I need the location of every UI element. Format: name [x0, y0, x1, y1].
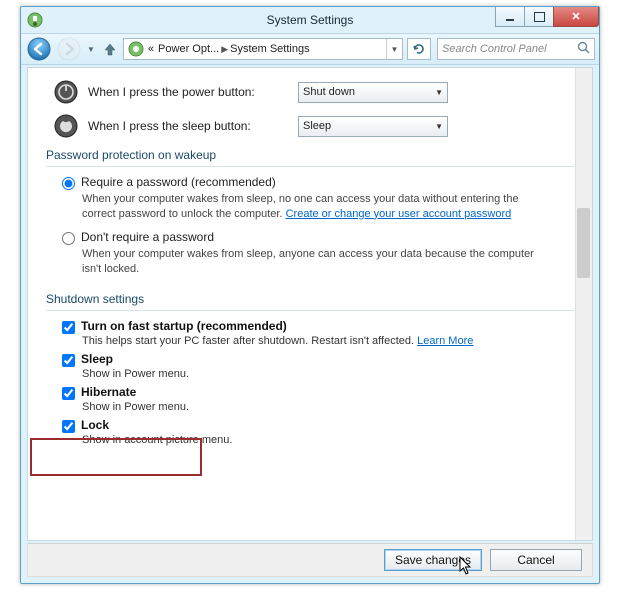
minimize-button[interactable] — [495, 7, 525, 27]
search-icon — [577, 41, 590, 57]
chevron-down-icon: ▼ — [435, 88, 443, 97]
require-password-radio[interactable]: Require a password (recommended) — [62, 175, 574, 190]
scrollbar-thumb[interactable] — [577, 208, 590, 278]
maximize-button[interactable] — [524, 7, 554, 27]
breadcrumb-level1[interactable]: Power Opt... — [158, 43, 219, 55]
power-button-icon — [54, 80, 78, 104]
power-button-label: When I press the power button: — [88, 85, 298, 99]
close-button[interactable] — [553, 7, 599, 27]
shutdown-section-title: Shutdown settings — [46, 292, 574, 306]
dont-require-password-label: Don't require a password — [81, 230, 214, 244]
lock-checkbox-desc: Show in account picture menu. — [82, 434, 574, 446]
sleep-button-row: When I press the sleep button: Sleep ▼ — [54, 114, 574, 138]
chevron-down-icon: ▼ — [435, 122, 443, 131]
fast-startup-input[interactable] — [62, 321, 75, 334]
hibernate-checkbox-desc: Show in Power menu. — [82, 401, 574, 413]
power-options-icon — [127, 40, 145, 58]
back-button[interactable] — [25, 36, 53, 62]
navigation-bar: ▼ « Power Opt... ▶ System Settings ▼ Sea… — [21, 33, 599, 65]
divider — [46, 166, 574, 167]
cancel-button[interactable]: Cancel — [490, 549, 582, 571]
require-password-label: Require a password (recommended) — [81, 175, 276, 189]
sleep-button-value: Sleep — [303, 120, 331, 132]
lock-checkbox[interactable]: Lock — [62, 418, 574, 433]
breadcrumb-level2[interactable]: System Settings — [230, 43, 309, 55]
fast-startup-desc: This helps start your PC faster after sh… — [82, 335, 574, 347]
dont-require-password-radio[interactable]: Don't require a password — [62, 230, 574, 245]
address-breadcrumb[interactable]: « Power Opt... ▶ System Settings ▼ — [123, 38, 403, 60]
refresh-button[interactable] — [407, 38, 431, 60]
vertical-scrollbar[interactable] — [575, 68, 592, 540]
divider — [46, 310, 574, 311]
titlebar: System Settings — [21, 7, 599, 33]
hibernate-checkbox[interactable]: Hibernate — [62, 385, 574, 400]
dont-require-password-desc: When your computer wakes from sleep, any… — [82, 247, 552, 277]
chevron-right-icon: ▶ — [221, 44, 228, 55]
system-settings-window: System Settings ▼ « Power Opt... ▶ Syste… — [20, 6, 600, 584]
search-placeholder: Search Control Panel — [442, 43, 547, 55]
lock-checkbox-label: Lock — [81, 418, 109, 432]
sleep-checkbox[interactable]: Sleep — [62, 352, 574, 367]
fast-startup-label: Turn on fast startup (recommended) — [81, 319, 287, 333]
sleep-checkbox-desc: Show in Power menu. — [82, 368, 574, 380]
sleep-checkbox-label: Sleep — [81, 352, 113, 366]
create-password-link[interactable]: Create or change your user account passw… — [286, 208, 512, 220]
search-input[interactable]: Search Control Panel — [437, 38, 595, 60]
hibernate-checkbox-label: Hibernate — [81, 385, 136, 399]
recent-chevron-icon[interactable]: ▼ — [87, 45, 95, 54]
window-controls — [496, 7, 599, 27]
hibernate-checkbox-input[interactable] — [62, 387, 75, 400]
window-title: System Settings — [267, 13, 354, 27]
learn-more-link[interactable]: Learn More — [417, 335, 473, 347]
control-panel-icon — [27, 12, 43, 28]
footer-bar: Save changes Cancel — [27, 543, 593, 577]
content-area: When I press the power button: Shut down… — [27, 67, 593, 541]
power-button-dropdown[interactable]: Shut down ▼ — [298, 82, 448, 103]
require-password-input[interactable] — [62, 177, 75, 190]
breadcrumb-root-marker: « — [148, 43, 154, 55]
sleep-button-label: When I press the sleep button: — [88, 119, 298, 133]
require-password-desc: When your computer wakes from sleep, no … — [82, 192, 552, 222]
up-button[interactable] — [99, 36, 121, 62]
fast-startup-checkbox[interactable]: Turn on fast startup (recommended) — [62, 319, 574, 334]
dont-require-password-input[interactable] — [62, 232, 75, 245]
forward-button — [55, 36, 83, 62]
power-button-value: Shut down — [303, 86, 355, 98]
power-button-row: When I press the power button: Shut down… — [54, 80, 574, 104]
sleep-button-dropdown[interactable]: Sleep ▼ — [298, 116, 448, 137]
sleep-checkbox-input[interactable] — [62, 354, 75, 367]
password-section-title: Password protection on wakeup — [46, 148, 574, 162]
lock-checkbox-input[interactable] — [62, 420, 75, 433]
save-changes-button[interactable]: Save changes — [384, 549, 482, 571]
breadcrumb-dropdown[interactable]: ▼ — [386, 39, 402, 59]
sleep-button-icon — [54, 114, 78, 138]
